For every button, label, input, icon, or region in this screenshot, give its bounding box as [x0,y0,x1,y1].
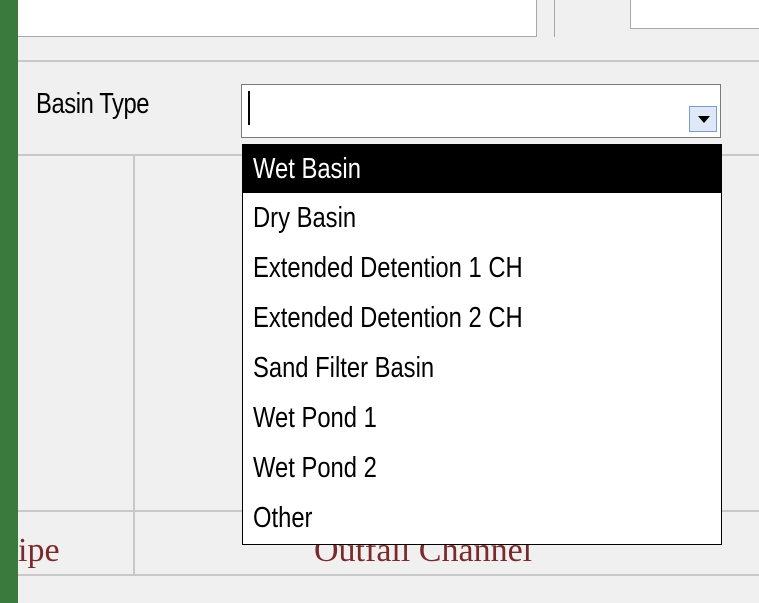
option-other[interactable]: Other [243,493,721,543]
row-divider [18,60,759,62]
column-divider [554,0,555,37]
basin-type-combobox[interactable] [241,84,721,138]
form-panel: Basin Type ipe Outfall Channel Wet Basin… [18,0,759,603]
option-extended-detention-1ch[interactable]: Extended Detention 1 CH [243,243,721,293]
footer-label-pipe: ipe [18,532,60,569]
dropdown-button[interactable] [689,106,717,132]
option-extended-detention-2ch[interactable]: Extended Detention 2 CH [243,293,721,343]
option-wet-pond-1[interactable]: Wet Pond 1 [243,393,721,443]
row-divider [18,574,759,576]
top-right-field[interactable] [630,0,759,29]
option-wet-pond-2[interactable]: Wet Pond 2 [243,443,721,493]
chevron-down-icon [698,116,710,123]
option-sand-filter-basin[interactable]: Sand Filter Basin [243,343,721,393]
text-caret [248,91,250,125]
option-dry-basin[interactable]: Dry Basin [243,193,721,243]
option-wet-basin[interactable]: Wet Basin [243,145,721,193]
basin-type-label: Basin Type [36,88,150,120]
top-text-field[interactable] [18,0,537,37]
basin-type-dropdown-list: Wet Basin Dry Basin Extended Detention 1… [242,144,722,545]
